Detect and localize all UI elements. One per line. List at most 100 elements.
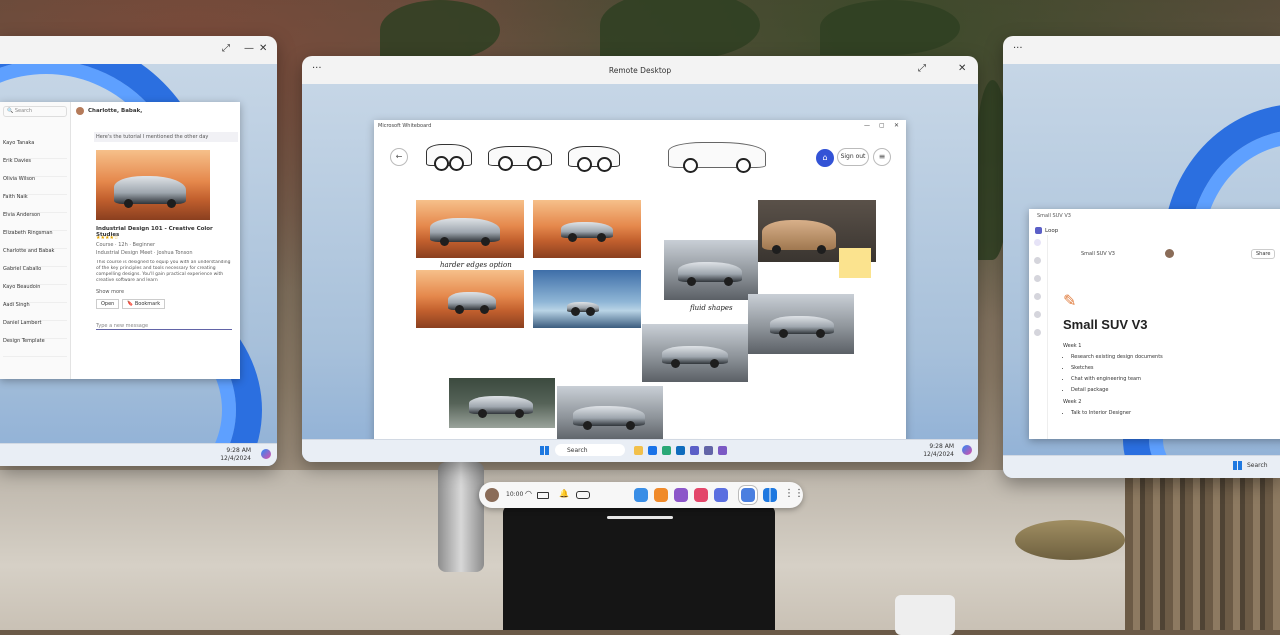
- remote-desktop-app-icon[interactable]: [741, 488, 755, 502]
- notification-icon[interactable]: 🔔: [559, 489, 569, 498]
- avatar[interactable]: [485, 488, 499, 502]
- bookmark-button[interactable]: 🔖 Bookmark: [122, 299, 166, 309]
- render-image[interactable]: [533, 270, 641, 328]
- list-item[interactable]: Detail package: [1071, 387, 1163, 393]
- left-window[interactable]: — ⤢ ✕ 🔍 Search Kayo Tanaka Erik Davies O…: [0, 36, 277, 466]
- list-item[interactable]: Kayo Tanaka: [3, 140, 67, 159]
- user-avatar-button[interactable]: ⌂: [816, 149, 834, 167]
- list-item[interactable]: Gabriel Caballo: [3, 266, 67, 285]
- list-item[interactable]: Faith Naik: [3, 194, 67, 213]
- people-app-icon[interactable]: [674, 488, 688, 502]
- close-icon[interactable]: ✕: [894, 122, 899, 129]
- close-icon[interactable]: ✕: [259, 43, 267, 54]
- chat-search-input[interactable]: 🔍 Search: [3, 106, 67, 117]
- list-item[interactable]: Daniel Lambert: [3, 320, 67, 339]
- workspaces-icon[interactable]: [1034, 311, 1041, 318]
- open-button[interactable]: Open: [96, 299, 120, 309]
- list-item[interactable]: Elvia Anderson: [3, 212, 67, 231]
- close-icon[interactable]: ✕: [958, 63, 966, 74]
- avatar: [76, 107, 84, 115]
- teams-chat-window[interactable]: 🔍 Search Kayo Tanaka Erik Davies Olivia …: [0, 102, 240, 379]
- list-item[interactable]: Olivia Wilson: [3, 176, 67, 195]
- render-image[interactable]: [416, 270, 524, 328]
- list-item[interactable]: Erik Davies: [3, 158, 67, 177]
- reply-input[interactable]: Type a new message: [96, 323, 232, 330]
- back-button[interactable]: ←: [390, 148, 408, 166]
- expand-icon[interactable]: ⤢: [918, 63, 926, 74]
- right-taskbar: Search: [1003, 455, 1280, 478]
- card-org: Industrial Design Meet · Joshua Tonson: [96, 250, 193, 256]
- taskbar-search-box[interactable]: Search: [555, 444, 625, 456]
- remote-desktop-window[interactable]: ··· Remote Desktop ⤢ ✕ Microsoft Whitebo…: [302, 56, 978, 462]
- handwritten-note[interactable]: fluid shapes: [690, 304, 733, 312]
- taskbar-app-icon[interactable]: [718, 446, 727, 455]
- doc-title[interactable]: Small SUV V3: [1063, 317, 1148, 332]
- car-sketch[interactable]: [568, 146, 620, 172]
- taskbar-app-icon[interactable]: [634, 446, 643, 455]
- list-item[interactable]: Elizabeth Ringsman: [3, 230, 67, 249]
- render-image[interactable]: [416, 200, 524, 258]
- ideas-icon[interactable]: [1034, 275, 1041, 282]
- breadcrumb[interactable]: Small SUV V3: [1081, 251, 1115, 257]
- store-app-icon[interactable]: [654, 488, 668, 502]
- apps-app-icon[interactable]: [714, 488, 728, 502]
- copilot-icon[interactable]: [962, 445, 972, 455]
- taskbar-search[interactable]: Search: [1247, 462, 1268, 469]
- remote-desktop-area: Microsoft Whiteboard — ▢ ✕ ← ⌂ Sign out …: [302, 84, 978, 462]
- car-sketch[interactable]: [668, 142, 766, 173]
- car-sketch[interactable]: [488, 146, 552, 171]
- show-more-link[interactable]: Show more: [96, 289, 124, 295]
- list-item[interactable]: Aadi Singh: [3, 302, 67, 321]
- copilot-icon[interactable]: [261, 449, 271, 459]
- car-image: [678, 262, 742, 286]
- render-image[interactable]: [449, 378, 555, 428]
- handwritten-note[interactable]: harder edges option: [440, 261, 512, 269]
- render-image[interactable]: [533, 200, 641, 258]
- maximize-icon[interactable]: ▢: [879, 122, 885, 129]
- list-item[interactable]: Design Template: [3, 338, 67, 357]
- list-item[interactable]: Chat with engineering team: [1071, 376, 1163, 382]
- minimize-icon[interactable]: —: [864, 122, 870, 129]
- render-image[interactable]: [557, 386, 663, 442]
- sticky-note[interactable]: [839, 248, 871, 278]
- bookmark-icon: 🔖: [127, 301, 135, 307]
- render-image[interactable]: [664, 240, 758, 300]
- add-icon[interactable]: [1034, 239, 1041, 246]
- expand-icon[interactable]: ⤢: [222, 43, 230, 54]
- recent-icon[interactable]: [1034, 293, 1041, 300]
- car-image: [469, 396, 533, 418]
- menu-icon[interactable]: ≡: [873, 148, 891, 166]
- taskbar-app-icon[interactable]: [676, 446, 685, 455]
- loop-window[interactable]: Small SUV V3 Loop Small SUV V3 Share ✎ S…: [1029, 209, 1280, 439]
- camera-app-icon[interactable]: [694, 488, 708, 502]
- share-button[interactable]: Share: [1251, 249, 1276, 259]
- taskbar-app-icon[interactable]: [690, 446, 699, 455]
- windows-start-icon[interactable]: [1233, 461, 1242, 470]
- list-item[interactable]: Research existing design documents: [1071, 354, 1163, 360]
- home-icon[interactable]: [1034, 257, 1041, 264]
- list-item[interactable]: Sketches: [1071, 365, 1163, 371]
- car-sketch[interactable]: [426, 144, 472, 171]
- render-image[interactable]: [748, 294, 854, 354]
- week2-heading: Week 2: [1063, 399, 1082, 405]
- vr-headset-icon[interactable]: [576, 491, 590, 499]
- right-window[interactable]: ··· Small SUV V3 Loop Small SUV V3 Share…: [1003, 36, 1280, 478]
- settings-icon[interactable]: [1034, 329, 1041, 336]
- windows-start-icon[interactable]: [540, 446, 549, 455]
- windows-app-icon[interactable]: [763, 488, 777, 502]
- sign-out-button[interactable]: Sign out: [837, 148, 869, 166]
- tablet-device: [503, 505, 775, 630]
- list-item[interactable]: Kayo Beaudoin: [3, 284, 67, 303]
- course-thumbnail[interactable]: [96, 150, 210, 220]
- minimize-icon[interactable]: —: [244, 43, 254, 54]
- whiteboard-window[interactable]: Microsoft Whiteboard — ▢ ✕ ← ⌂ Sign out …: [374, 120, 906, 458]
- photos-app-icon[interactable]: [634, 488, 648, 502]
- more-icon[interactable]: ···: [1013, 43, 1023, 54]
- render-image[interactable]: [642, 324, 748, 382]
- list-item[interactable]: Talk to Interior Designer: [1071, 410, 1131, 416]
- app-grid-icon[interactable]: ⋮⋮: [784, 488, 804, 499]
- taskbar-app-icon[interactable]: [662, 446, 671, 455]
- taskbar-app-icon[interactable]: [648, 446, 657, 455]
- list-item[interactable]: Charlotte and Babak: [3, 248, 67, 267]
- taskbar-app-icon[interactable]: [704, 446, 713, 455]
